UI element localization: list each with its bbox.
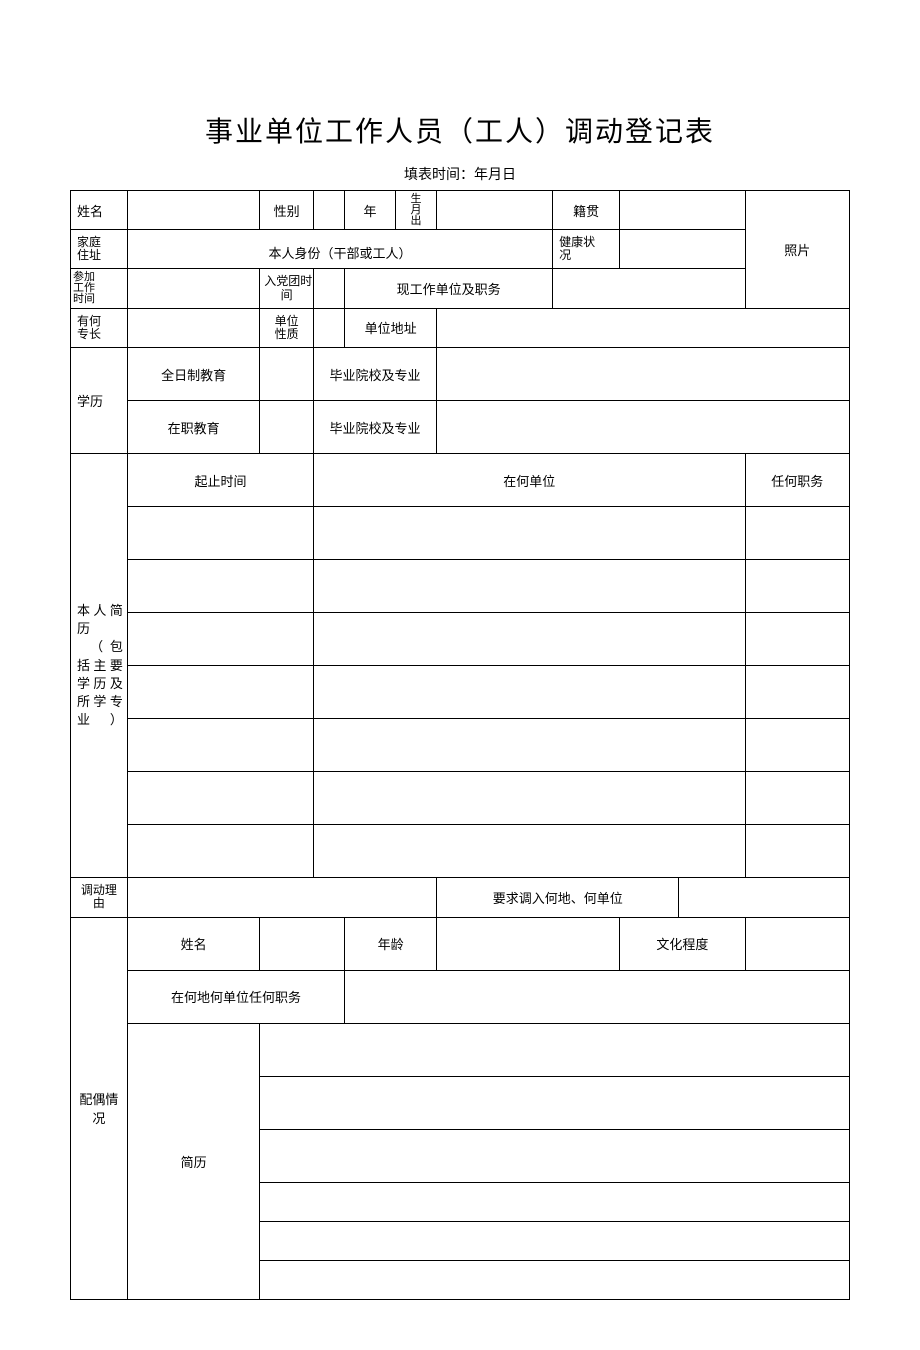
label-birth-year: 年	[345, 191, 396, 230]
label-spouse-name: 姓名	[127, 917, 259, 970]
spouse-resume-2[interactable]	[260, 1076, 850, 1129]
field-culture-level[interactable]	[745, 917, 849, 970]
label-native-place: 籍贯	[553, 191, 620, 230]
field-spouse-unit[interactable]	[345, 970, 850, 1023]
spouse-resume-1[interactable]	[260, 1023, 850, 1076]
field-onjob[interactable]	[260, 401, 314, 454]
field-health[interactable]	[620, 230, 745, 269]
label-grad-school-1: 毕业院校及专业	[314, 348, 437, 401]
resume-unit-6[interactable]	[314, 772, 746, 825]
resume-period-6[interactable]	[127, 772, 313, 825]
label-resume: 本人简 历 （包 括主要 学历及 所学专 业）	[71, 454, 128, 878]
resume-period-7[interactable]	[127, 825, 313, 878]
field-current-unit[interactable]	[553, 269, 745, 308]
label-health: 健康状 况	[553, 230, 620, 269]
resume-unit-3[interactable]	[314, 613, 746, 666]
label-party-time: 入党团时 间	[260, 269, 314, 308]
field-birth[interactable]	[437, 191, 553, 230]
fill-date: 填表时间：年月日	[70, 164, 850, 184]
field-join-work[interactable]	[127, 269, 259, 308]
field-spouse-name[interactable]	[260, 917, 345, 970]
label-identity: 本人身份（干部或工人）	[127, 230, 552, 269]
label-spouse: 配偶情 况	[71, 917, 128, 1299]
field-request-unit[interactable]	[679, 878, 850, 917]
resume-period-1[interactable]	[127, 507, 313, 560]
resume-pos-2[interactable]	[745, 560, 849, 613]
label-unit-address: 单位地址	[345, 308, 437, 347]
spouse-resume-4[interactable]	[260, 1182, 850, 1221]
resume-pos-5[interactable]	[745, 719, 849, 772]
field-transfer-reason[interactable]	[127, 878, 436, 917]
label-grad-school-2: 毕业院校及专业	[314, 401, 437, 454]
resume-pos-4[interactable]	[745, 666, 849, 719]
field-native-place[interactable]	[620, 191, 745, 230]
resume-pos-7[interactable]	[745, 825, 849, 878]
label-gender: 性别	[260, 191, 314, 230]
field-spouse-age[interactable]	[437, 917, 620, 970]
label-period: 起止时间	[127, 454, 313, 507]
label-transfer-reason: 调动理 由	[71, 878, 128, 917]
resume-period-4[interactable]	[127, 666, 313, 719]
label-name: 姓名	[71, 191, 128, 230]
spouse-resume-3[interactable]	[260, 1129, 850, 1182]
field-fulltime[interactable]	[260, 348, 314, 401]
resume-unit-5[interactable]	[314, 719, 746, 772]
page-title: 事业单位工作人员（工人）调动登记表	[70, 110, 850, 150]
label-join-work: 参加 工作 时间	[71, 269, 128, 308]
resume-unit-4[interactable]	[314, 666, 746, 719]
field-unit-nature[interactable]	[314, 308, 345, 347]
field-gender[interactable]	[314, 191, 345, 230]
resume-pos-6[interactable]	[745, 772, 849, 825]
spouse-resume-5[interactable]	[260, 1221, 850, 1260]
label-spouse-resume: 简历	[127, 1023, 259, 1299]
registration-form: 姓名 性别 年 生 月 出 籍贯 照片 家庭 住址 本人身份（干部或工人） 健康…	[70, 190, 850, 1300]
field-speciality[interactable]	[127, 308, 259, 347]
label-any-position: 任何职务	[745, 454, 849, 507]
resume-period-2[interactable]	[127, 560, 313, 613]
field-grad-school-2[interactable]	[437, 401, 850, 454]
label-home-address: 家庭 住址	[71, 230, 128, 269]
label-unit-nature: 单位 性质	[260, 308, 314, 347]
label-current-unit: 现工作单位及职务	[345, 269, 553, 308]
resume-period-5[interactable]	[127, 719, 313, 772]
resume-unit-2[interactable]	[314, 560, 746, 613]
field-grad-school-1[interactable]	[437, 348, 850, 401]
label-request-unit: 要求调入何地、何单位	[437, 878, 679, 917]
resume-unit-7[interactable]	[314, 825, 746, 878]
label-speciality: 有何 专长	[71, 308, 128, 347]
label-at-unit: 在何单位	[314, 454, 746, 507]
label-onjob: 在职教育	[127, 401, 259, 454]
field-party-time[interactable]	[314, 269, 345, 308]
resume-pos-3[interactable]	[745, 613, 849, 666]
resume-unit-1[interactable]	[314, 507, 746, 560]
photo-area: 照片	[745, 191, 849, 309]
field-unit-address[interactable]	[437, 308, 850, 347]
spouse-resume-6[interactable]	[260, 1260, 850, 1299]
label-culture-level: 文化程度	[620, 917, 745, 970]
label-spouse-age: 年龄	[345, 917, 437, 970]
label-education: 学历	[71, 348, 128, 454]
label-spouse-unit: 在何地何单位任何职务	[127, 970, 344, 1023]
field-name[interactable]	[127, 191, 259, 230]
resume-period-3[interactable]	[127, 613, 313, 666]
resume-pos-1[interactable]	[745, 507, 849, 560]
label-birth-month: 生 月 出	[395, 191, 436, 230]
label-fulltime: 全日制教育	[127, 348, 259, 401]
